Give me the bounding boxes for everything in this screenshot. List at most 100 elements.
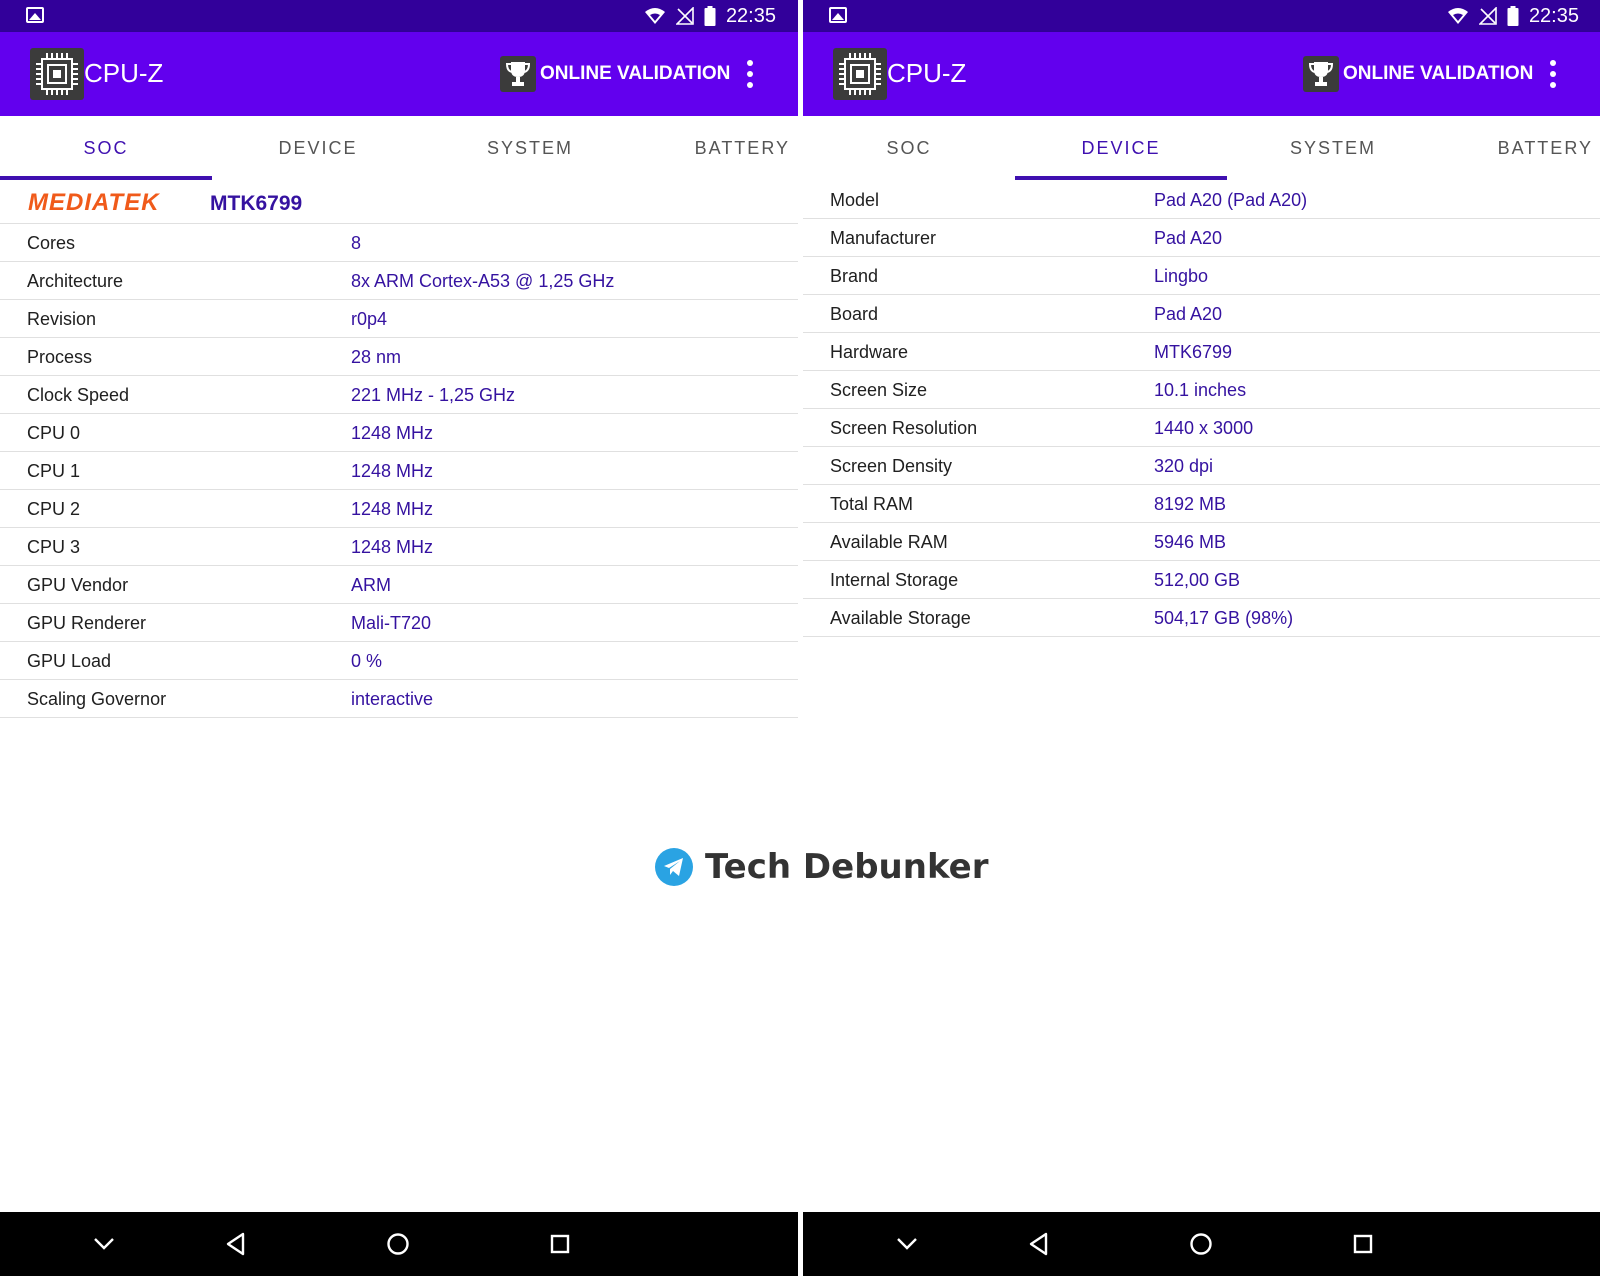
list-item: Screen Resolution 1440 x 3000 (803, 409, 1600, 447)
row-value: 1248 MHz (351, 461, 434, 481)
row-value: 10.1 inches (1154, 380, 1247, 400)
tab-bar: SOC DEVICE SYSTEM BATTERY (803, 116, 1600, 180)
row-label: Available RAM (830, 532, 948, 552)
row-value: 320 dpi (1154, 456, 1214, 476)
soc-info-list: Cores 8 Architecture 8x ARM Cortex-A53 @ 1… (0, 224, 798, 718)
list-item: CPU 1 1248 MHz (0, 452, 798, 490)
row-value: 221 MHz - 1,25 GHz (351, 385, 516, 405)
tab-soc[interactable]: SOC (0, 116, 212, 180)
list-item: CPU 2 1248 MHz (0, 490, 798, 528)
image-notification-icon (26, 7, 44, 23)
row-label: Model (830, 190, 880, 210)
list-item: Available Storage 504,17 GB (98%) (803, 599, 1600, 637)
list-item: Clock Speed 221 MHz - 1,25 GHz (0, 376, 798, 414)
row-label: Board (830, 304, 879, 324)
row-value: 1440 x 3000 (1154, 418, 1254, 438)
row-value: Mali-T720 (351, 613, 432, 633)
row-value: 28 nm (351, 347, 402, 367)
back-icon[interactable] (1023, 1228, 1055, 1260)
battery-icon (704, 6, 716, 26)
list-item: Cores 8 (0, 224, 798, 262)
overflow-menu-icon[interactable] (1547, 60, 1559, 88)
navigation-bar (803, 1212, 1600, 1276)
tab-system[interactable]: SYSTEM (424, 116, 636, 180)
row-value: 0 % (351, 651, 383, 671)
app-title: CPU-Z (84, 58, 164, 88)
row-label: Process (27, 347, 93, 367)
row-value: Pad A20 (Pad A20) (1154, 190, 1308, 210)
telegram-icon (655, 848, 693, 886)
row-label: Manufacturer (830, 228, 937, 248)
no-signal-icon (675, 7, 694, 25)
trophy-icon (1303, 56, 1339, 92)
row-label: Available Storage (830, 608, 971, 628)
row-value: 1248 MHz (351, 499, 434, 519)
chevron-down-icon[interactable] (88, 1228, 120, 1260)
row-label: GPU Vendor (27, 575, 129, 595)
trophy-icon (500, 56, 536, 92)
tab-battery[interactable]: BATTERY (1439, 116, 1600, 180)
chevron-down-icon[interactable] (891, 1228, 923, 1260)
list-item: Brand Lingbo (803, 257, 1600, 295)
tab-system[interactable]: SYSTEM (1227, 116, 1439, 180)
list-item: Scaling Governor interactive (0, 680, 798, 718)
row-value: interactive (351, 689, 434, 709)
row-value: r0p4 (351, 309, 388, 329)
row-value: MTK6799 (1154, 342, 1233, 362)
recents-icon[interactable] (1347, 1228, 1379, 1260)
home-icon[interactable] (1185, 1228, 1217, 1260)
row-label: CPU 0 (27, 423, 81, 443)
row-label: Architecture (27, 271, 124, 291)
wifi-icon (644, 7, 666, 25)
list-item: GPU Vendor ARM (0, 566, 798, 604)
list-item: Internal Storage 512,00 GB (803, 561, 1600, 599)
online-validation-button[interactable]: ONLINE VALIDATION (500, 54, 730, 94)
row-value: 1248 MHz (351, 423, 434, 443)
screenshot-composite: 22:35 CPU-Z ONLINE VALIDATION SOC DEVICE… (0, 0, 1600, 1276)
list-item: CPU 3 1248 MHz (0, 528, 798, 566)
device-info-list: Model Pad A20 (Pad A20) Manufacturer Pad A… (803, 181, 1600, 637)
back-icon[interactable] (220, 1228, 252, 1260)
list-item: GPU Load 0 % (0, 642, 798, 680)
status-bar: 22:35 (803, 0, 1600, 32)
app-bar: CPU-Z ONLINE VALIDATION (803, 32, 1600, 116)
app-bar: CPU-Z ONLINE VALIDATION (0, 32, 798, 116)
list-item: Hardware MTK6799 (803, 333, 1600, 371)
row-label: Screen Resolution (830, 418, 978, 438)
tab-bar: SOC DEVICE SYSTEM BATTERY (0, 116, 798, 180)
soc-name: MTK6799 (210, 192, 303, 215)
row-value: 1248 MHz (351, 537, 434, 557)
battery-icon (1507, 6, 1519, 26)
overflow-menu-icon[interactable] (744, 60, 756, 88)
row-label: Cores (27, 233, 76, 253)
row-value: 512,00 GB (1154, 570, 1241, 590)
online-validation-button[interactable]: ONLINE VALIDATION (1303, 54, 1533, 94)
tab-device[interactable]: DEVICE (1015, 116, 1227, 180)
watermark: Tech Debunker (655, 847, 989, 887)
row-label: Total RAM (830, 494, 914, 514)
no-signal-icon (1478, 7, 1497, 25)
row-label: GPU Load (27, 651, 112, 671)
online-validation-label: ONLINE VALIDATION (1343, 63, 1534, 84)
home-icon[interactable] (382, 1228, 414, 1260)
list-item: Process 28 nm (0, 338, 798, 376)
wifi-icon (1447, 7, 1469, 25)
row-label: Revision (27, 309, 97, 329)
row-value: 8 (351, 233, 362, 253)
navigation-bar (0, 1212, 798, 1276)
row-label: CPU 1 (27, 461, 81, 481)
tab-device[interactable]: DEVICE (212, 116, 424, 180)
recents-icon[interactable] (544, 1228, 576, 1260)
row-value: 8x ARM Cortex-A53 @ 1,25 GHz (351, 271, 615, 291)
status-bar: 22:35 (0, 0, 798, 32)
list-item: Available RAM 5946 MB (803, 523, 1600, 561)
cpuz-logo-icon (30, 48, 84, 100)
row-label: Clock Speed (27, 385, 130, 405)
tab-soc[interactable]: SOC (803, 116, 1015, 180)
row-value: Lingbo (1154, 266, 1209, 286)
mediatek-logo: MEDIATEK (28, 189, 160, 216)
list-item: Screen Size 10.1 inches (803, 371, 1600, 409)
row-label: CPU 2 (27, 499, 81, 519)
row-value: 5946 MB (1154, 532, 1227, 552)
tab-battery[interactable]: BATTERY (636, 116, 798, 180)
